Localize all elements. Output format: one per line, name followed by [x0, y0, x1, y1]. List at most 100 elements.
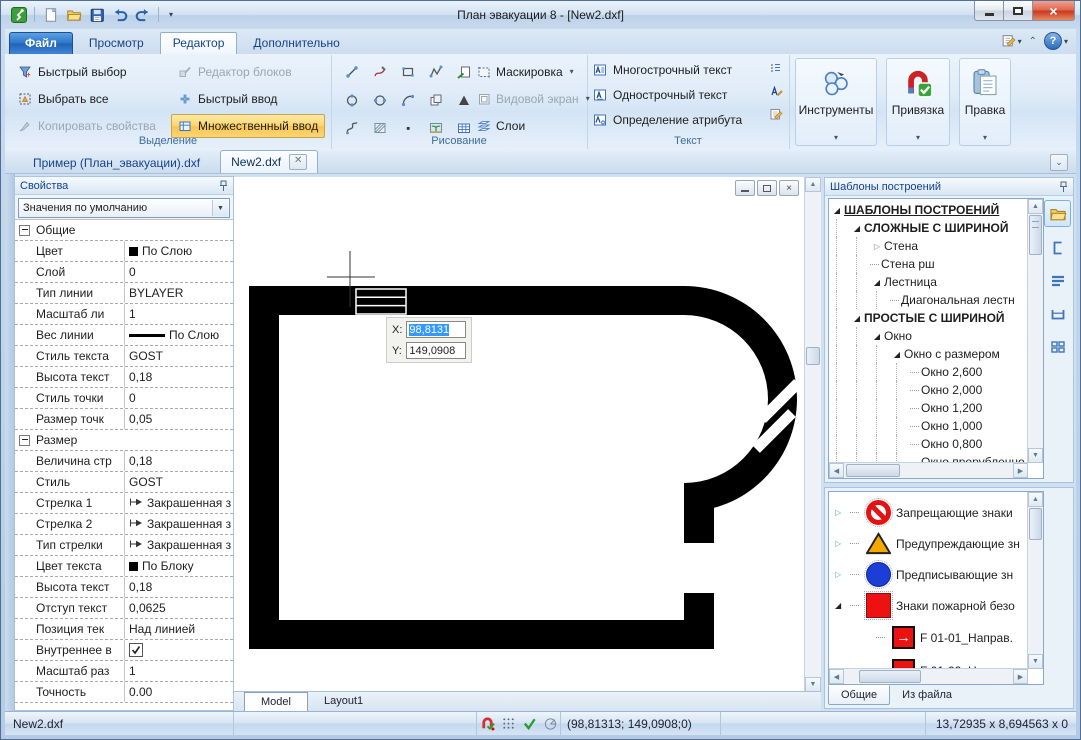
- property-value[interactable]: 0: [125, 262, 233, 282]
- checkbox-checked-icon[interactable]: [129, 643, 143, 657]
- tool-sketch[interactable]: [366, 58, 393, 85]
- property-value[interactable]: 0,0625: [125, 598, 233, 618]
- property-value[interactable]: Над линией: [125, 619, 233, 639]
- tree-item-Окно 1,200[interactable]: Окно 1,200: [830, 399, 1027, 417]
- tab-Файл[interactable]: Файл: [9, 32, 73, 54]
- sign-item-Предписывающие зн[interactable]: ▷Предписывающие зн: [830, 559, 1027, 590]
- expander-collapsed-icon[interactable]: ▷: [870, 242, 884, 251]
- tab-Дополнительно[interactable]: Дополнительно: [240, 32, 352, 54]
- scrollbar-thumb[interactable]: [806, 347, 820, 365]
- property-value[interactable]: 0,18: [125, 577, 233, 597]
- signs-tab-Из файла[interactable]: Из файла: [890, 685, 964, 705]
- signs-vertical-scrollbar[interactable]: ▲ ▼: [1027, 492, 1043, 669]
- app-logo[interactable]: [8, 4, 29, 25]
- x-coordinate-input[interactable]: 98,8131: [406, 321, 466, 338]
- tool-text-numbering[interactable]: [769, 61, 783, 75]
- tool-edit-text[interactable]: [769, 107, 783, 121]
- scroll-right-icon[interactable]: ▶: [1013, 669, 1028, 684]
- property-value[interactable]: Закрашенная з: [125, 514, 233, 534]
- property-value[interactable]: BYLAYER: [125, 283, 233, 303]
- sign-item-Предупреждающие зн[interactable]: ▷Предупреждающие зн: [830, 528, 1027, 559]
- tree-item-Диагональная лестн[interactable]: Диагональная лестн: [830, 291, 1027, 309]
- collapse-icon[interactable]: [19, 225, 30, 236]
- tool-polyline[interactable]: [422, 58, 449, 85]
- expander-expanded-icon[interactable]: ◢: [890, 350, 904, 359]
- property-value[interactable]: GOST: [125, 472, 233, 492]
- ribbon-button-Однострочный текст[interactable]: Однострочный текст: [593, 84, 742, 105]
- property-value[interactable]: По Блоку: [125, 556, 233, 576]
- scroll-up-icon[interactable]: ▲: [805, 177, 821, 192]
- maximize-button[interactable]: [1003, 1, 1033, 21]
- property-value[interactable]: 0,05: [125, 409, 233, 429]
- property-group-Размер[interactable]: Размер: [15, 430, 233, 451]
- expander-expanded-icon[interactable]: ◢: [830, 206, 844, 215]
- templates-horizontal-scrollbar[interactable]: ◀ ▶: [829, 462, 1028, 478]
- ribbon-button-Многострочный текст[interactable]: Многострочный текст: [593, 59, 742, 80]
- mdi-minimize-button[interactable]: [735, 180, 755, 196]
- open-file-button[interactable]: [63, 4, 84, 25]
- signs-tab-Общие[interactable]: Общие: [828, 685, 890, 705]
- tree-item-Окно 2,000[interactable]: Окно 2,000: [830, 381, 1027, 399]
- mdi-restore-button[interactable]: [757, 180, 777, 196]
- sign-item-F 01-01_Направ.[interactable]: →F 01-01_Направ.: [830, 621, 1027, 654]
- tool-polygon[interactable]: [366, 86, 393, 113]
- tool-arc[interactable]: [394, 86, 421, 113]
- scrollbar-thumb[interactable]: [859, 670, 921, 683]
- property-value[interactable]: [125, 640, 233, 660]
- expander-expanded-icon[interactable]: ◢: [850, 314, 864, 323]
- property-group-Общие[interactable]: Общие: [15, 220, 233, 241]
- scrollbar-thumb[interactable]: [1029, 508, 1042, 540]
- style-button[interactable]: ▾: [1001, 33, 1022, 50]
- tree-item-Окно 0,800[interactable]: Окно 0,800: [830, 435, 1027, 453]
- save-button[interactable]: [86, 4, 107, 25]
- tree-item-Окно[interactable]: ◢Окно: [830, 327, 1027, 345]
- ribbon-button-Видовой экран[interactable]: Видовой экран▾: [477, 85, 590, 112]
- qat-dropdown-button[interactable]: ▾: [164, 4, 178, 25]
- property-value[interactable]: По Слою: [125, 325, 233, 345]
- properties-preset-select[interactable]: Значения по умолчанию ▼: [18, 198, 230, 218]
- status-snap-magnet-check[interactable]: [480, 716, 495, 731]
- expander-expanded-icon[interactable]: ◢: [850, 224, 864, 233]
- help-button[interactable]: ?▾: [1044, 32, 1068, 50]
- tree-item-Окно с размером[interactable]: ◢Окно с размером: [830, 345, 1027, 363]
- redo-button[interactable]: [132, 4, 153, 25]
- scroll-down-icon[interactable]: ▼: [1028, 654, 1043, 669]
- expander-expanded-icon[interactable]: ◢: [835, 601, 845, 610]
- canvas-vertical-scrollbar[interactable]: ▲ ▼: [804, 177, 821, 692]
- scroll-right-icon[interactable]: ▶: [1013, 463, 1028, 478]
- document-tab-Пример (План_эвакуации).dxf[interactable]: Пример (План_эвакуации).dxf: [19, 153, 214, 173]
- property-value[interactable]: 0.00: [125, 682, 233, 702]
- tab-Редактор[interactable]: Редактор: [160, 32, 238, 54]
- tree-item-Лестница[interactable]: ◢Лестница: [830, 273, 1027, 291]
- ribbon-button-Привязка[interactable]: Привязка▾: [886, 58, 950, 146]
- tool-spell-check[interactable]: [769, 84, 783, 98]
- ribbon-button-Правка[interactable]: Правка▾: [959, 58, 1011, 146]
- expander-expanded-icon[interactable]: ◢: [870, 332, 884, 341]
- scrollbar-thumb[interactable]: [1029, 215, 1042, 255]
- property-value[interactable]: 1: [125, 661, 233, 681]
- tree-item-Окно 1,000[interactable]: Окно 1,000: [830, 417, 1027, 435]
- tree-item-Стена[interactable]: ▷Стена: [830, 237, 1027, 255]
- sign-item-Запрещающие знаки[interactable]: ▷Запрещающие знаки: [830, 497, 1027, 528]
- tree-item-ШАБЛОНЫ ПОСТРОЕНИЙ[interactable]: ◢ШАБЛОНЫ ПОСТРОЕНИЙ: [830, 201, 1027, 219]
- property-value[interactable]: 0,18: [125, 451, 233, 471]
- expander-expanded-icon[interactable]: ◢: [870, 278, 884, 287]
- tool-insert-block[interactable]: [450, 58, 477, 85]
- signs-horizontal-scrollbar[interactable]: ◀ ▶: [829, 668, 1028, 684]
- y-coordinate-input[interactable]: 149,0908: [406, 342, 466, 359]
- tree-item-ПРОСТЫЕ С ШИРИНОЙ[interactable]: ◢ПРОСТЫЕ С ШИРИНОЙ: [830, 309, 1027, 327]
- layout-tab-Layout1[interactable]: Layout1: [308, 692, 379, 711]
- expander-collapsed-icon[interactable]: ▷: [835, 570, 845, 579]
- property-value[interactable]: По Слою: [125, 241, 233, 261]
- property-value[interactable]: Закрашенная з: [125, 535, 233, 555]
- scroll-up-icon[interactable]: ▲: [1028, 199, 1043, 214]
- scroll-down-icon[interactable]: ▼: [805, 677, 821, 692]
- ribbon-button-Маскировка[interactable]: Маскировка▾: [477, 58, 590, 85]
- side-tool-open-folder[interactable]: [1044, 200, 1071, 227]
- collapse-icon[interactable]: [19, 435, 30, 446]
- tree-item-СЛОЖНЫЕ С ШИРИНОЙ[interactable]: ◢СЛОЖНЫЕ С ШИРИНОЙ: [830, 219, 1027, 237]
- scroll-left-icon[interactable]: ◀: [829, 463, 844, 478]
- scrollbar-thumb[interactable]: [846, 464, 900, 477]
- sign-item-Знаки пожарной безо[interactable]: ◢Знаки пожарной безо: [830, 590, 1027, 621]
- property-value[interactable]: Закрашенная з: [125, 493, 233, 513]
